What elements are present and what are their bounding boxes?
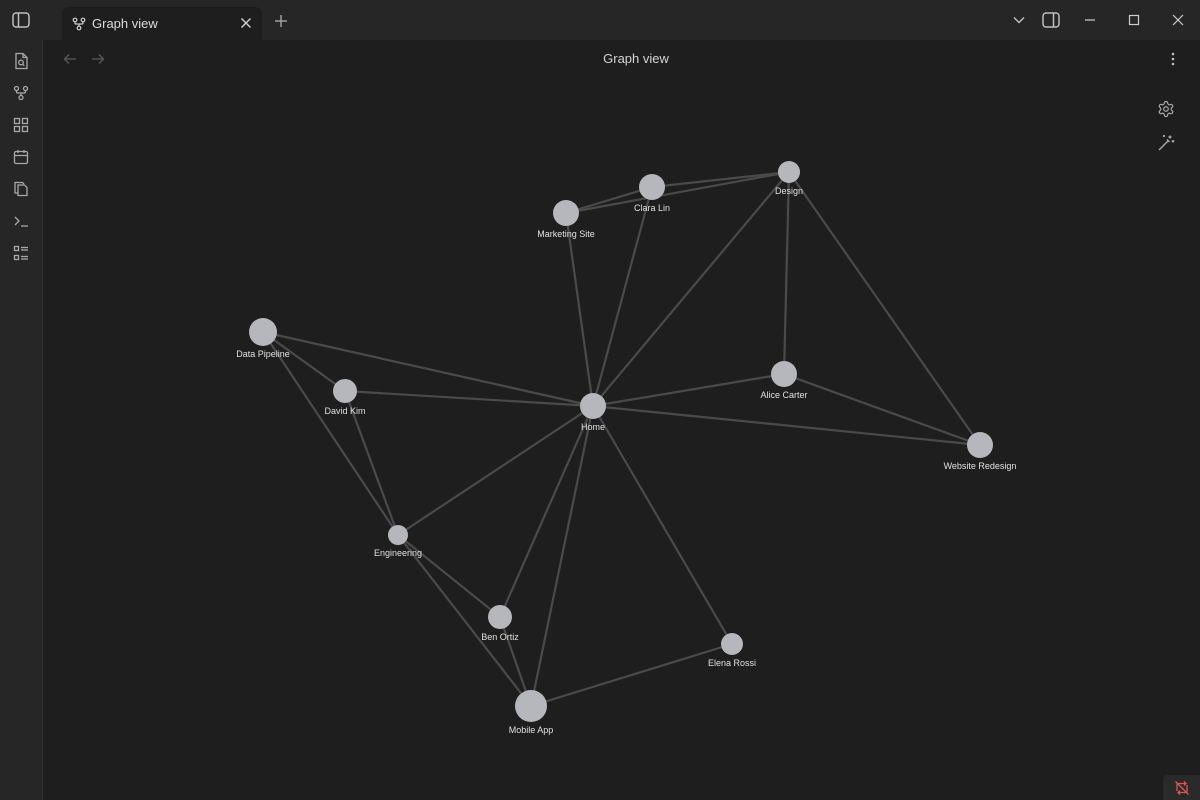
graph-node-label: Alice Carter: [760, 390, 807, 400]
graph-node-circle[interactable]: [967, 432, 993, 458]
graph-node-clara[interactable]: Clara Lin: [634, 174, 670, 213]
sidebar-right-icon[interactable]: [1042, 11, 1060, 29]
graph-edge-home-website: [592, 404, 981, 447]
graph-node-home[interactable]: Home: [580, 393, 606, 432]
graph-node-marketing[interactable]: Marketing Site: [537, 200, 595, 239]
plus-icon[interactable]: [272, 12, 290, 30]
graph-node-circle[interactable]: [333, 379, 357, 403]
title-bar: Graph view: [0, 0, 1200, 40]
graph-node-label: Engineering: [374, 548, 422, 558]
graph-edge-design-alice: [782, 171, 791, 375]
more-vertical-icon[interactable]: [1165, 50, 1181, 68]
graph-node-pipeline[interactable]: Data Pipeline: [236, 318, 290, 359]
graph-node-circle[interactable]: [771, 361, 797, 387]
window-close-icon[interactable]: [1169, 11, 1187, 29]
close-icon[interactable]: [238, 15, 254, 31]
graph-node-label: Ben Ortiz: [481, 632, 519, 642]
list-icon[interactable]: [12, 244, 30, 262]
graph-edge-clara-design: [651, 170, 790, 189]
graph-edge-home-alice: [592, 372, 785, 408]
graph-node-label: Website Redesign: [944, 461, 1017, 471]
graph-node-circle[interactable]: [488, 605, 512, 629]
graph-edge-pipeline-engineering: [262, 331, 399, 536]
tab-title: Graph view: [92, 16, 158, 31]
graph-node-circle[interactable]: [388, 525, 408, 545]
graph-node-circle[interactable]: [553, 200, 579, 226]
graph-node-circle[interactable]: [249, 318, 277, 346]
graph-edge-marketing-design: [565, 170, 790, 215]
graph-canvas[interactable]: Design Clara Lin Marketing Site Data Pipeli…: [0, 0, 1200, 800]
graph-node-ben[interactable]: Ben Ortiz: [481, 605, 519, 642]
tab-graph-view[interactable]: Graph view: [62, 7, 262, 40]
graph-edge-pipeline-david: [262, 331, 346, 392]
graph-node-elena[interactable]: Elena Rossi: [708, 633, 756, 668]
graph-edge-marketing-home: [564, 212, 595, 407]
view-header: Graph view: [44, 40, 1200, 78]
graph-node-circle[interactable]: [515, 690, 547, 722]
graph-edge-david-home: [344, 389, 594, 408]
graph-node-circle[interactable]: [721, 633, 743, 655]
graph-edge-home-elena: [592, 405, 733, 645]
ribbon: [0, 40, 43, 800]
graph-node-design[interactable]: Design: [775, 161, 803, 196]
graph-edge-pipeline-home: [262, 330, 594, 408]
graph-node-label: Elena Rossi: [708, 658, 756, 668]
wand-icon[interactable]: [1157, 134, 1175, 152]
graph-node-label: Data Pipeline: [236, 349, 290, 359]
file-search-icon[interactable]: [12, 52, 30, 70]
layout-dashboard-icon[interactable]: [12, 116, 30, 134]
calendar-icon[interactable]: [12, 148, 30, 166]
graph-node-label: Home: [581, 422, 605, 432]
graph-node-label: David Kim: [324, 406, 365, 416]
graph-edge-mobile-elena: [530, 642, 733, 708]
maximize-icon[interactable]: [1125, 11, 1143, 29]
graph-node-label: Mobile App: [509, 725, 554, 735]
graph-node-label: Design: [775, 186, 803, 196]
graph-edge-home-mobile: [529, 405, 595, 707]
minimize-icon[interactable]: [1081, 11, 1099, 29]
graph-edge-home-ben: [498, 405, 595, 618]
copy-icon[interactable]: [12, 180, 30, 198]
graph-node-engineering[interactable]: Engineering: [374, 525, 422, 558]
chevron-down-icon[interactable]: [1010, 11, 1028, 29]
terminal-icon[interactable]: [12, 212, 30, 230]
graph-node-alice[interactable]: Alice Carter: [760, 361, 808, 400]
graph-edge-design-home: [592, 171, 790, 407]
graph-edge-design-website: [788, 171, 981, 446]
graph-node-circle[interactable]: [639, 174, 665, 200]
graph-edge-alice-website: [783, 372, 981, 447]
git-fork-icon: [72, 17, 86, 31]
graph-edge-clara-home: [591, 186, 654, 407]
graph-node-mobile[interactable]: Mobile App: [509, 690, 554, 735]
graph-node-label: Marketing Site: [537, 229, 595, 239]
graph-node-david[interactable]: David Kim: [324, 379, 366, 416]
settings-icon[interactable]: [1157, 100, 1175, 118]
graph-node-website[interactable]: Website Redesign: [944, 432, 1017, 471]
sync-off-icon[interactable]: [1163, 775, 1200, 800]
graph-edge-home-engineering: [397, 405, 594, 536]
sidebar-left-icon[interactable]: [11, 11, 31, 29]
graph-node-circle[interactable]: [778, 161, 800, 183]
graph-node-label: Clara Lin: [634, 203, 670, 213]
graph-node-circle[interactable]: [580, 393, 606, 419]
view-title: Graph view: [603, 51, 669, 66]
git-fork-icon[interactable]: [12, 84, 30, 102]
